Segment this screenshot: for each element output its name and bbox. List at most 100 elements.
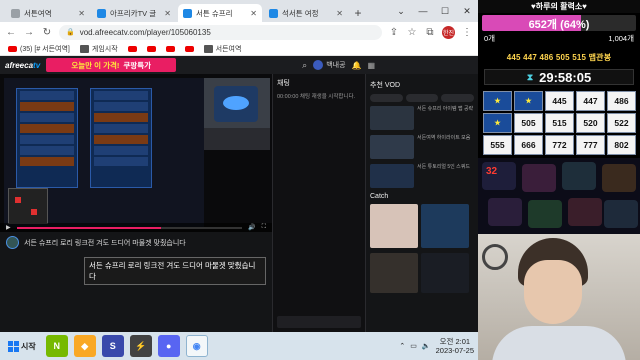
nvidia-app-icon[interactable]: N: [45, 335, 68, 357]
taskbar: 시작 N ◆ S ⚡ ● ◉ ⌃ ▭ 🔈 오전 2:01 2023-07-25: [0, 332, 478, 360]
vod-title: 서든 튜토리얼 5인 스쿼드: [417, 164, 470, 170]
filter-chips: [370, 94, 475, 102]
back-arrow-icon[interactable]: ←: [5, 27, 17, 38]
catch-thumbnail[interactable]: [421, 204, 469, 248]
vod-section-title: 추천 VOD: [370, 82, 400, 89]
stream-overlay: ♥하루의 활력소♥ 652개 (64%) 0개 1,004개 445 447 4…: [478, 0, 640, 360]
afreeca-logo[interactable]: afreecatv: [5, 61, 40, 70]
seek-bar[interactable]: [16, 226, 243, 229]
vod-item[interactable]: 서든 튜토리얼 5인 스쿼드: [370, 164, 474, 188]
new-tab-button[interactable]: +: [350, 4, 366, 22]
catch-thumbnail[interactable]: [370, 204, 418, 248]
bookmark-4[interactable]: [165, 45, 175, 52]
game-scene: [4, 78, 204, 228]
tab-favicon: [183, 8, 192, 18]
tab-1[interactable]: 아프리카TV 글 ✕: [92, 4, 176, 22]
lamp-logo: [214, 86, 258, 122]
board-cell: 772: [545, 135, 574, 155]
catch-thumbnail[interactable]: [370, 253, 418, 293]
sticker: [488, 198, 522, 226]
tab-title: 서튼 슈프리: [196, 8, 233, 18]
tab-2-active[interactable]: 서튼 슈프리 ✕: [178, 4, 262, 22]
forward-arrow-icon[interactable]: →: [23, 27, 35, 38]
tab-title: 서튼여역: [24, 8, 52, 18]
tab-close-icon[interactable]: ✕: [250, 9, 257, 18]
bookmark-0[interactable]: (35) [# 서든여역]: [8, 44, 70, 54]
board-cell: 486: [607, 91, 636, 111]
maximize-button[interactable]: ☐: [434, 6, 456, 17]
webcam-overlay: [204, 78, 270, 150]
share-icon[interactable]: ⇪: [388, 27, 400, 38]
tab-3[interactable]: 석서튼 여정 ✕: [264, 4, 348, 22]
address-bar[interactable]: 🔒 vod.afreecatv.com/player/105060135: [59, 24, 382, 40]
catch-thumbnail[interactable]: [421, 253, 469, 293]
browser-window: 서튼여역 ✕ 아프리카TV 글 ✕ 서튼 슈프리 ✕ 석서튼 여정 ✕ + ⌄ — ☐ …: [0, 0, 478, 332]
timer: ⧗ 29:58:05: [484, 69, 634, 85]
chrome-icon[interactable]: ◉: [185, 335, 208, 357]
vod-thumbnail: [370, 106, 414, 130]
tab-close-icon[interactable]: ✕: [164, 9, 171, 18]
channel-avatar[interactable]: [6, 236, 19, 249]
bookmark-star-icon[interactable]: ☆: [406, 27, 418, 38]
lock-icon[interactable]: 🔒: [66, 28, 75, 36]
sticker: [602, 164, 636, 192]
close-window-button[interactable]: ✕: [456, 6, 478, 17]
bookmark-5[interactable]: [184, 45, 194, 52]
tab-strip: 서튼여역 ✕ 아프리카TV 글 ✕ 서튼 슈프리 ✕ 석서튼 여정 ✕ + ⌄ — ☐ …: [0, 0, 478, 22]
network-icon[interactable]: ▭: [410, 342, 417, 350]
chevron-up-icon[interactable]: ⌃: [399, 342, 405, 350]
minimap: [8, 188, 48, 224]
chip[interactable]: [405, 94, 439, 102]
chat-input[interactable]: [277, 316, 361, 328]
vod-item[interactable]: 서든여역 하이라이트 모음: [370, 135, 474, 159]
game-app-icon[interactable]: ◆: [73, 335, 96, 357]
bookmark-2[interactable]: [127, 45, 137, 52]
chat-panel: 채팅 00:00:00 채팅 재생을 시작합니다.: [272, 74, 366, 332]
user-menu[interactable]: 백내공: [313, 60, 346, 70]
tab-search-icon[interactable]: ⌄: [390, 6, 412, 17]
ad-banner[interactable]: 오늘만 이 가격! 쿠팡특가: [46, 58, 177, 72]
app-icon[interactable]: S: [101, 335, 124, 357]
bell-icon[interactable]: 🔔: [352, 61, 362, 70]
bookmark-6[interactable]: 서든여역: [203, 44, 241, 54]
reload-icon[interactable]: ↻: [41, 27, 53, 38]
tab-0[interactable]: 서튼여역 ✕: [6, 4, 90, 22]
chip[interactable]: [441, 94, 475, 102]
volume-icon[interactable]: 🔈: [422, 342, 431, 350]
youtube-icon: [146, 45, 156, 52]
team-panel-left: [16, 88, 78, 188]
vod-item[interactable]: 서든 슈프리 아이템 맵 공략: [370, 106, 474, 130]
desk: [204, 128, 270, 150]
volume-icon[interactable]: 🔊: [248, 224, 255, 231]
board-icon-cell: ★: [514, 91, 543, 111]
goal-min: 0개: [484, 34, 496, 43]
discord-icon[interactable]: ●: [157, 335, 180, 357]
fullscreen-icon[interactable]: ⛶: [262, 224, 266, 231]
tab-title: 석서튼 여정: [282, 8, 319, 18]
menu-icon[interactable]: ⋮: [461, 27, 473, 38]
catch-section-title: Catch: [370, 193, 389, 200]
extensions-icon[interactable]: ⧉: [424, 27, 436, 38]
start-button[interactable]: 시작: [4, 336, 40, 356]
bookmark-3[interactable]: [146, 45, 156, 52]
youtube-icon: [184, 45, 194, 52]
minimize-button[interactable]: —: [412, 6, 434, 16]
tab-close-icon[interactable]: ✕: [78, 9, 85, 18]
play-icon[interactable]: ▶: [6, 224, 11, 231]
tab-favicon: [97, 8, 106, 18]
board-cell: 447: [576, 91, 605, 111]
vod-title: 서든여역 하이라이트 모음: [417, 135, 471, 141]
clock[interactable]: 오전 2:01 2023-07-25: [436, 337, 474, 355]
grid-icon[interactable]: ▦: [368, 61, 376, 70]
video-player[interactable]: ▶ 🔊 ⛶: [0, 74, 272, 232]
catch-row: [370, 253, 474, 293]
bookmarks-bar: (35) [# 서든여역] 게임시작 서든여역: [0, 42, 478, 56]
profile-avatar[interactable]: 한진: [442, 25, 455, 39]
chip[interactable]: [370, 94, 403, 102]
chat-message: 00:00:00 채팅 재생을 시작합니다.: [277, 94, 356, 100]
search-icon[interactable]: ⌕: [302, 60, 307, 71]
bookmark-1[interactable]: 게임시작: [79, 44, 118, 54]
tab-close-icon[interactable]: ✕: [336, 9, 343, 18]
player-controls[interactable]: ▶ 🔊 ⛶: [0, 223, 272, 232]
app-icon[interactable]: ⚡: [129, 335, 152, 357]
